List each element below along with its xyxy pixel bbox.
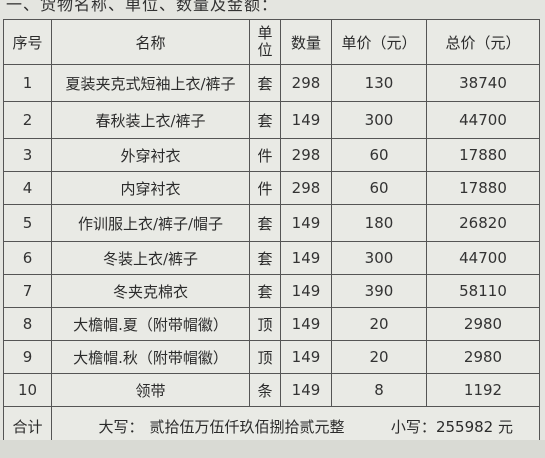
cell-seq: 2 xyxy=(3,101,52,139)
cell-total: 2980 xyxy=(426,307,540,341)
cell-unit: 顶 xyxy=(249,340,281,374)
cell-price: 60 xyxy=(331,171,427,205)
cell-name: 作训服上衣/裤子/帽子 xyxy=(51,204,250,242)
cell-unit: 套 xyxy=(249,241,281,275)
cell-unit: 套 xyxy=(249,204,281,242)
cell-seq: 1 xyxy=(3,64,52,102)
cell-unit: 顶 xyxy=(249,307,281,341)
cell-seq: 3 xyxy=(3,138,52,172)
cell-unit: 条 xyxy=(249,373,281,407)
table-row: 3 外穿衬衣 件 298 60 17880 xyxy=(3,138,540,172)
cell-price: 300 xyxy=(331,101,427,139)
header-price: 单价（元） xyxy=(331,19,427,65)
cell-unit: 件 xyxy=(249,171,281,205)
table-row: 7 冬夹克棉衣 套 149 390 58110 xyxy=(3,274,540,308)
upper-amount-label: 大写： xyxy=(98,418,144,436)
cell-total: 58110 xyxy=(426,274,540,308)
cell-unit: 套 xyxy=(249,64,281,102)
lower-amount-value: 255982 xyxy=(435,418,494,436)
cell-price: 130 xyxy=(331,64,427,102)
cell-price: 20 xyxy=(331,307,427,341)
cell-seq: 7 xyxy=(3,274,52,308)
cell-price: 60 xyxy=(331,138,427,172)
cell-seq: 9 xyxy=(3,340,52,374)
table-row: 10 领带 条 149 8 1192 xyxy=(3,373,540,407)
header-total: 总价（元） xyxy=(426,19,540,65)
cell-qty: 149 xyxy=(280,101,332,139)
table-header-row: 序号 名称 单 位 数量 单价（元） 总价（元） xyxy=(3,19,540,65)
table-row: 8 大檐帽.夏（附带帽徽） 顶 149 20 2980 xyxy=(3,307,540,341)
goods-table: 序号 名称 单 位 数量 单价（元） 总价（元） 1 夏装夹克式短袖上衣/裤子 … xyxy=(3,19,540,447)
table-body: 1 夏装夹克式短袖上衣/裤子 套 298 130 38740 2 春秋装上衣/裤… xyxy=(3,64,540,447)
cell-price: 390 xyxy=(331,274,427,308)
table-row: 6 冬装上衣/裤子 套 149 300 44700 xyxy=(3,241,540,275)
header-qty: 数量 xyxy=(280,19,332,65)
cell-qty: 149 xyxy=(280,340,332,374)
header-name: 名称 xyxy=(51,19,250,65)
cell-unit: 套 xyxy=(249,101,281,139)
header-seq: 序号 xyxy=(3,19,52,65)
cell-name: 春秋装上衣/裤子 xyxy=(51,101,250,139)
cell-seq: 8 xyxy=(3,307,52,341)
cell-qty: 298 xyxy=(280,138,332,172)
cell-seq: 4 xyxy=(3,171,52,205)
cell-name: 冬夹克棉衣 xyxy=(51,274,250,308)
cell-name: 外穿衬衣 xyxy=(51,138,250,172)
table-row: 9 大檐帽.秋（附带帽徽） 顶 149 20 2980 xyxy=(3,340,540,374)
cell-seq: 10 xyxy=(3,373,52,407)
cell-qty: 298 xyxy=(280,171,332,205)
upper-amount: 大写： 贰拾伍万伍仟玖佰捌拾贰元整 xyxy=(98,416,344,437)
upper-amount-value: 贰拾伍万伍仟玖佰捌拾贰元整 xyxy=(149,418,345,436)
cell-name: 夏装夹克式短袖上衣/裤子 xyxy=(51,64,250,102)
cell-name: 大檐帽.秋（附带帽徽） xyxy=(51,340,250,374)
cell-seq: 6 xyxy=(3,241,52,275)
cell-name: 内穿衬衣 xyxy=(51,171,250,205)
cell-unit: 件 xyxy=(249,138,281,172)
cell-total: 1192 xyxy=(426,373,540,407)
cell-name: 领带 xyxy=(51,373,250,407)
cell-qty: 149 xyxy=(280,204,332,242)
table-row: 1 夏装夹克式短袖上衣/裤子 套 298 130 38740 xyxy=(3,64,540,102)
cell-price: 20 xyxy=(331,340,427,374)
section-heading: 一、货物名称、单位、数量及金额： xyxy=(6,0,279,14)
page-bottom-margin xyxy=(0,440,545,458)
lower-amount-label: 小写： xyxy=(390,418,436,436)
lower-amount-unit: 元 xyxy=(497,418,513,436)
cell-qty: 149 xyxy=(280,307,332,341)
cell-seq: 5 xyxy=(3,204,52,242)
table-row: 5 作训服上衣/裤子/帽子 套 149 180 26820 xyxy=(3,204,540,242)
cell-price: 180 xyxy=(331,204,427,242)
cell-total: 17880 xyxy=(426,138,540,172)
cell-qty: 149 xyxy=(280,274,332,308)
header-unit: 单 位 xyxy=(249,19,281,65)
cell-price: 300 xyxy=(331,241,427,275)
header-unit-line1: 单 xyxy=(257,24,273,42)
cell-total: 17880 xyxy=(426,171,540,205)
cell-total: 44700 xyxy=(426,241,540,275)
lower-amount: 小写：255982 元 xyxy=(391,416,513,437)
cell-name: 大檐帽.夏（附带帽徽） xyxy=(51,307,250,341)
cell-qty: 298 xyxy=(280,64,332,102)
cell-total: 44700 xyxy=(426,101,540,139)
table-row: 4 内穿衬衣 件 298 60 17880 xyxy=(3,171,540,205)
header-unit-line2: 位 xyxy=(257,41,273,59)
cell-total: 26820 xyxy=(426,204,540,242)
cell-unit: 套 xyxy=(249,274,281,308)
cell-total: 38740 xyxy=(426,64,540,102)
cell-name: 冬装上衣/裤子 xyxy=(51,241,250,275)
cell-qty: 149 xyxy=(280,241,332,275)
table-row: 2 春秋装上衣/裤子 套 149 300 44700 xyxy=(3,101,540,139)
cell-price: 8 xyxy=(331,373,427,407)
cell-qty: 149 xyxy=(280,373,332,407)
cell-total: 2980 xyxy=(426,340,540,374)
